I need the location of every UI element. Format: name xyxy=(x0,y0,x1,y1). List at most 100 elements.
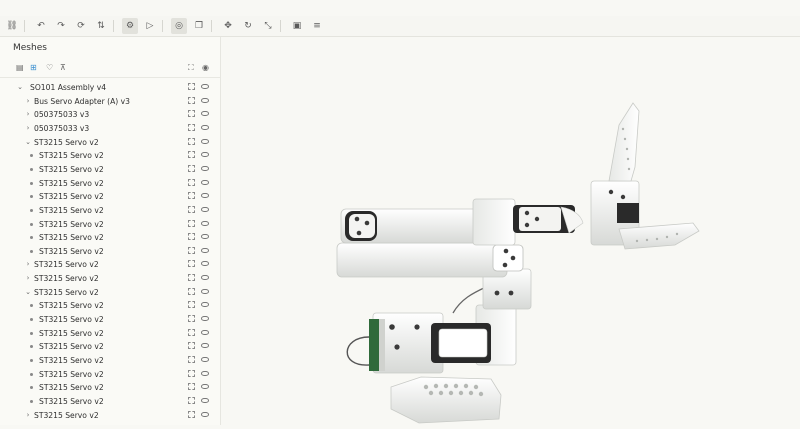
tree-item[interactable]: ST3215 Servo v2 xyxy=(0,327,220,340)
visibility-eye-icon[interactable] xyxy=(201,138,209,144)
visibility-eye-icon[interactable] xyxy=(201,220,209,226)
visibility-eye-icon[interactable] xyxy=(201,384,209,390)
fit-view-icon[interactable] xyxy=(188,383,195,391)
fit-view-icon[interactable] xyxy=(188,233,195,241)
visibility-eye-icon[interactable] xyxy=(201,179,209,185)
tree-item[interactable]: › ST3215 Servo v2 xyxy=(0,409,220,422)
visibility-eye-icon[interactable] xyxy=(201,370,209,376)
visibility-eye-icon[interactable] xyxy=(201,206,209,212)
visibility-eye-icon[interactable] xyxy=(201,302,209,308)
visibility-eye-icon[interactable] xyxy=(201,247,209,253)
visibility-eye-icon[interactable] xyxy=(201,234,209,240)
fit-view-icon[interactable] xyxy=(188,260,195,268)
tree-item[interactable]: › ST3215 Servo v2 xyxy=(0,272,220,285)
fit-view-icon[interactable] xyxy=(188,192,195,200)
redo-icon[interactable]: ↷ xyxy=(53,18,69,34)
tree-item[interactable]: ST3215 Servo v2 xyxy=(0,395,220,408)
chevron-right-icon[interactable]: › xyxy=(24,272,32,285)
visibility-eye-icon[interactable] xyxy=(201,111,209,117)
tree-item[interactable]: ST3215 Servo v2 xyxy=(0,340,220,353)
refresh-icon[interactable]: ⟳ xyxy=(73,18,89,34)
fit-view-icon[interactable] xyxy=(188,96,195,104)
visibility-eye-icon[interactable] xyxy=(201,275,209,281)
visibility-eye-icon[interactable] xyxy=(201,329,209,335)
visibility-eye-icon[interactable] xyxy=(201,316,209,322)
visibility-eye-icon[interactable] xyxy=(201,411,209,417)
fit-all-icon[interactable]: ⛶ xyxy=(188,63,194,73)
fit-view-icon[interactable] xyxy=(188,178,195,186)
tree-item[interactable]: ST3215 Servo v2 xyxy=(0,204,220,217)
tree-item[interactable]: ST3215 Servo v2 xyxy=(0,313,220,326)
chevron-down-icon[interactable]: ⌄ xyxy=(16,81,24,94)
fit-view-icon[interactable] xyxy=(188,369,195,377)
tree-icon[interactable]: ⊞ xyxy=(30,63,37,72)
tree-item[interactable]: › 050375033 v3 xyxy=(0,108,220,121)
scale-icon[interactable]: ⤡ xyxy=(260,18,276,34)
fit-view-icon[interactable] xyxy=(188,274,195,282)
settings-icon[interactable]: ⚙ xyxy=(122,18,138,34)
eye-icon[interactable]: ◉ xyxy=(202,63,209,72)
copy-icon[interactable]: ❐ xyxy=(191,18,207,34)
tree-item[interactable]: ST3215 Servo v2 xyxy=(0,177,220,190)
visibility-eye-icon[interactable] xyxy=(201,124,209,130)
fit-view-icon[interactable] xyxy=(188,137,195,145)
heart-icon[interactable]: ♡ xyxy=(46,63,53,72)
tree-item[interactable]: › ST3215 Servo v2 xyxy=(0,258,220,271)
visibility-eye-icon[interactable] xyxy=(201,343,209,349)
fit-view-icon[interactable] xyxy=(188,151,195,159)
visibility-eye-icon[interactable] xyxy=(201,357,209,362)
tree-item[interactable]: ST3215 Servo v2 xyxy=(0,368,220,381)
3d-viewport[interactable] xyxy=(221,37,800,425)
visibility-eye-icon[interactable] xyxy=(201,397,209,403)
fit-view-icon[interactable] xyxy=(188,205,195,213)
tree-item[interactable]: ⌄ SO101 Assembly v4 xyxy=(0,81,220,94)
tree-item[interactable]: ST3215 Servo v2 xyxy=(0,190,220,203)
fit-view-icon[interactable] xyxy=(188,315,195,323)
undo-icon[interactable]: ↶ xyxy=(33,18,49,34)
fit-view-icon[interactable] xyxy=(188,328,195,336)
visibility-eye-icon[interactable] xyxy=(201,261,209,267)
collapse-icon[interactable]: ⊼ xyxy=(60,63,66,72)
tree-item[interactable]: ST3215 Servo v2 xyxy=(0,218,220,231)
fit-view-icon[interactable] xyxy=(188,396,195,404)
tree-item[interactable]: ST3215 Servo v2 xyxy=(0,149,220,162)
visibility-eye-icon[interactable] xyxy=(201,193,209,199)
chevron-right-icon[interactable]: › xyxy=(24,122,32,135)
fit-view-icon[interactable] xyxy=(188,246,195,254)
tree-item[interactable]: ST3215 Servo v2 xyxy=(0,245,220,258)
tree-item[interactable]: ⌄ ST3215 Servo v2 xyxy=(0,136,220,149)
fit-view-icon[interactable] xyxy=(188,123,195,131)
fit-view-icon[interactable] xyxy=(188,301,195,309)
chevron-right-icon[interactable]: › xyxy=(24,409,32,422)
fit-view-icon[interactable] xyxy=(188,110,195,118)
fit-view-icon[interactable] xyxy=(188,410,195,418)
fit-view-icon[interactable] xyxy=(188,342,195,350)
tree-item[interactable]: ST3215 Servo v2 xyxy=(0,354,220,367)
fit-view-icon[interactable] xyxy=(188,219,195,227)
target-icon[interactable]: ◎ xyxy=(171,18,187,34)
visibility-eye-icon[interactable] xyxy=(201,165,209,171)
tree-item[interactable]: › 050375033 v3 xyxy=(0,122,220,135)
chevron-right-icon[interactable]: › xyxy=(24,108,32,121)
chevron-right-icon[interactable]: › xyxy=(24,95,32,108)
tree-item[interactable]: ST3215 Servo v2 xyxy=(0,231,220,244)
visibility-eye-icon[interactable] xyxy=(201,152,209,158)
fit-view-icon[interactable] xyxy=(188,356,195,363)
list-icon[interactable]: ▤ xyxy=(16,63,24,72)
sort-icon[interactable]: ⇅ xyxy=(93,18,109,34)
tree-item[interactable]: ST3215 Servo v2 xyxy=(0,163,220,176)
link-icon[interactable]: ⛓ xyxy=(4,18,20,34)
fit-view-icon[interactable] xyxy=(188,287,195,295)
rotate-icon[interactable]: ↻ xyxy=(240,18,256,34)
chevron-down-icon[interactable]: ⌄ xyxy=(24,286,32,299)
move-icon[interactable]: ✥ xyxy=(220,18,236,34)
fit-view-icon[interactable] xyxy=(188,164,195,172)
tree-item[interactable]: ⌄ ST3215 Servo v2 xyxy=(0,286,220,299)
play-icon[interactable]: ▷ xyxy=(142,18,158,34)
fit-view-icon[interactable] xyxy=(188,83,195,90)
tree-item[interactable]: ST3215 Servo v2 xyxy=(0,299,220,312)
visibility-eye-icon[interactable] xyxy=(201,84,209,89)
visibility-eye-icon[interactable] xyxy=(201,97,209,103)
chevron-down-icon[interactable]: ⌄ xyxy=(24,136,32,149)
chevron-right-icon[interactable]: › xyxy=(24,258,32,271)
